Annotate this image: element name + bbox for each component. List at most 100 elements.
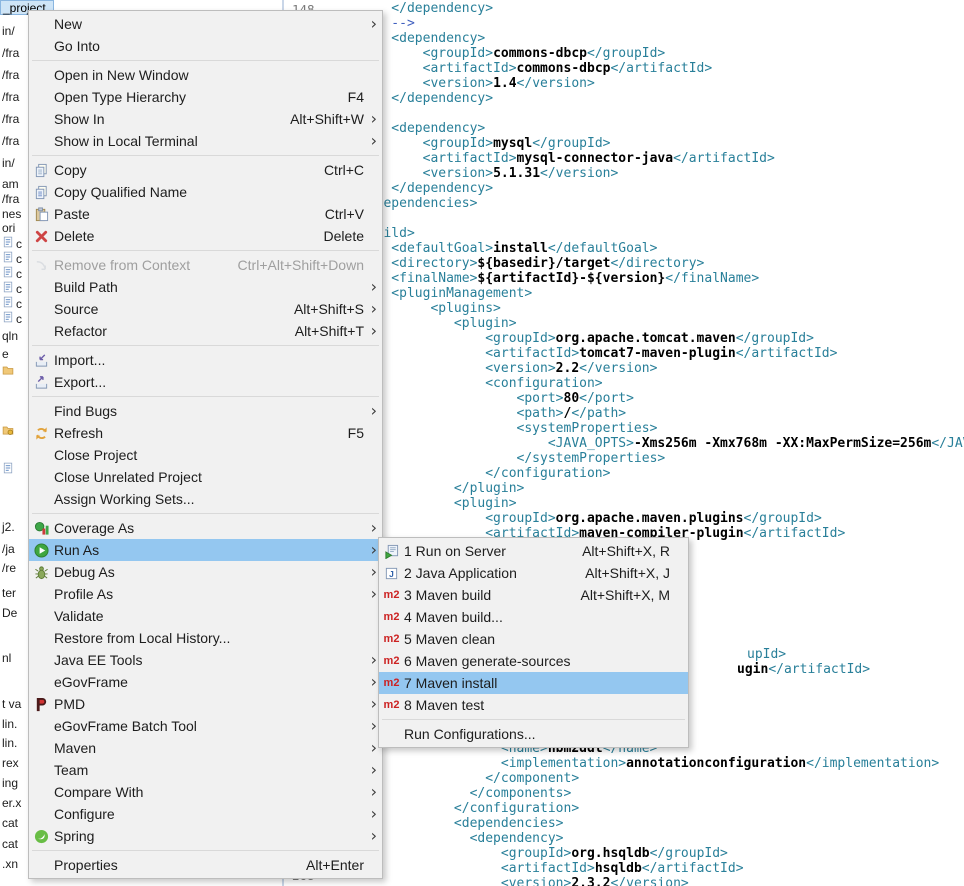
- xml-editor-code-top[interactable]: </dependency> --> <dependency> <groupId>…: [360, 1, 964, 541]
- menu-item-java-ee-tools[interactable]: Java EE Tools›: [29, 649, 382, 671]
- explorer-item-fragment[interactable]: in/: [2, 156, 15, 170]
- explorer-item-fragment[interactable]: c: [2, 281, 22, 296]
- menu-item-label: Export...: [54, 374, 106, 390]
- code-line: <dependency>: [360, 831, 939, 846]
- menu-item-new[interactable]: New›: [29, 13, 382, 35]
- menu-item-delete[interactable]: DeleteDelete: [29, 225, 382, 247]
- menu-item-import[interactable]: Import...: [29, 349, 382, 371]
- explorer-item-label: /ja: [2, 542, 15, 556]
- menu-item-build-path[interactable]: Build Path›: [29, 276, 382, 298]
- submenu-item-maven-install[interactable]: m27 Maven install: [379, 672, 688, 694]
- explorer-item-fragment[interactable]: cat: [2, 816, 18, 830]
- explorer-item-fragment[interactable]: ori: [2, 221, 15, 235]
- menu-item-restore-from-local-history[interactable]: Restore from Local History...: [29, 627, 382, 649]
- explorer-item-fragment[interactable]: /fra: [2, 192, 19, 206]
- explorer-item-fragment[interactable]: rex: [2, 756, 19, 770]
- explorer-item-fragment[interactable]: j2.: [2, 520, 15, 534]
- menu-item-label: Java EE Tools: [54, 652, 142, 668]
- menu-item-team[interactable]: Team›: [29, 759, 382, 781]
- explorer-item-fragment[interactable]: nes: [2, 207, 21, 221]
- explorer-item-fragment[interactable]: lin.: [2, 717, 17, 731]
- menu-item-properties[interactable]: PropertiesAlt+Enter: [29, 854, 382, 876]
- explorer-item-fragment[interactable]: /fra: [2, 46, 19, 60]
- menu-item-debug-as[interactable]: Debug As›: [29, 561, 382, 583]
- menu-item-open-in-new-window[interactable]: Open in New Window: [29, 64, 382, 86]
- menu-item-close-project[interactable]: Close Project: [29, 444, 382, 466]
- menu-item-copy-qualified-name[interactable]: Copy Qualified Name: [29, 181, 382, 203]
- explorer-item-fragment[interactable]: /ja: [2, 542, 15, 556]
- submenu-item-run-on-server[interactable]: 1 Run on ServerAlt+Shift+X, R: [379, 540, 688, 562]
- menu-item-label: Properties: [54, 857, 118, 873]
- menu-item-go-into[interactable]: Go Into: [29, 35, 382, 57]
- explorer-item-fragment[interactable]: [2, 424, 14, 439]
- menu-item-validate[interactable]: Validate: [29, 605, 382, 627]
- submenu-arrow-icon: ›: [364, 403, 377, 419]
- explorer-item-fragment[interactable]: /re: [2, 561, 16, 575]
- menu-item-open-type-hierarchy[interactable]: Open Type HierarchyF4: [29, 86, 382, 108]
- menu-item-configure[interactable]: Configure›: [29, 803, 382, 825]
- explorer-item-fragment[interactable]: t va: [2, 697, 21, 711]
- submenu-item-maven-generate-sources[interactable]: m26 Maven generate-sources: [379, 650, 688, 672]
- explorer-item-fragment[interactable]: /fra: [2, 112, 19, 126]
- menu-item-maven[interactable]: Maven›: [29, 737, 382, 759]
- menu-icon-spacer: [32, 469, 51, 485]
- xml-editor-code-bottom[interactable]: <name>hbm2ddl</name> <implementation>ann…: [360, 741, 939, 886]
- explorer-item-fragment[interactable]: e: [2, 347, 9, 361]
- menu-item-remove-from-context[interactable]: Remove from ContextCtrl+Alt+Shift+Down: [29, 254, 382, 276]
- menu-item-run-as[interactable]: Run As›: [29, 539, 382, 561]
- menu-item-spring[interactable]: Spring›: [29, 825, 382, 847]
- menu-item-assign-working-sets[interactable]: Assign Working Sets...: [29, 488, 382, 510]
- submenu-item-run-configurations[interactable]: Run Configurations...: [379, 723, 688, 745]
- menu-item-compare-with[interactable]: Compare With›: [29, 781, 382, 803]
- menu-item-copy[interactable]: CopyCtrl+C: [29, 159, 382, 181]
- explorer-item-fragment[interactable]: /fra: [2, 90, 19, 104]
- submenu-item-maven-clean[interactable]: m25 Maven clean: [379, 628, 688, 650]
- submenu-item-maven-build-dots[interactable]: m24 Maven build...: [379, 606, 688, 628]
- explorer-item-fragment[interactable]: /fra: [2, 68, 19, 82]
- explorer-item-fragment[interactable]: cat: [2, 837, 18, 851]
- menu-item-egovframe-batch-tool[interactable]: eGovFrame Batch Tool›: [29, 715, 382, 737]
- submenu-item-java-application[interactable]: J2 Java ApplicationAlt+Shift+X, J: [379, 562, 688, 584]
- explorer-item-fragment[interactable]: am: [2, 177, 19, 191]
- menu-item-show-in[interactable]: Show InAlt+Shift+W›: [29, 108, 382, 130]
- explorer-item-fragment[interactable]: c: [2, 311, 22, 326]
- menu-item-pmd[interactable]: PMD›: [29, 693, 382, 715]
- menu-item-source[interactable]: SourceAlt+Shift+S›: [29, 298, 382, 320]
- menu-separator: [29, 393, 382, 400]
- menu-item-paste[interactable]: PasteCtrl+V: [29, 203, 382, 225]
- explorer-item-fragment[interactable]: lin.: [2, 736, 17, 750]
- menu-item-close-unrelated-project[interactable]: Close Unrelated Project: [29, 466, 382, 488]
- menu-item-show-in-local-terminal[interactable]: Show in Local Terminal›: [29, 130, 382, 152]
- explorer-item-fragment[interactable]: c: [2, 296, 22, 311]
- explorer-item-fragment[interactable]: De: [2, 606, 17, 620]
- menu-item-label: 8 Maven test: [404, 697, 484, 713]
- explorer-item-fragment[interactable]: nl: [2, 651, 11, 665]
- explorer-item-fragment[interactable]: c: [2, 251, 22, 266]
- menu-item-coverage-as[interactable]: Coverage As›: [29, 517, 382, 539]
- explorer-item-fragment[interactable]: in/: [2, 24, 15, 38]
- explorer-item-fragment[interactable]: er.x: [2, 796, 21, 810]
- explorer-item-fragment[interactable]: ter: [2, 586, 16, 600]
- explorer-item-fragment[interactable]: .xn: [2, 857, 18, 871]
- menu-icon-spacer: [32, 674, 51, 690]
- menu-item-export[interactable]: Export...: [29, 371, 382, 393]
- explorer-item-fragment[interactable]: c: [2, 236, 22, 251]
- submenu-item-maven-build[interactable]: m23 Maven buildAlt+Shift+X, M: [379, 584, 688, 606]
- explorer-item-fragment[interactable]: qln: [2, 329, 18, 343]
- explorer-item-fragment[interactable]: ing: [2, 776, 18, 790]
- menu-item-refresh[interactable]: RefreshF5: [29, 422, 382, 444]
- menu-item-egovframe[interactable]: eGovFrame›: [29, 671, 382, 693]
- menu-item-label: Run As: [54, 542, 99, 558]
- explorer-item-fragment[interactable]: c: [2, 266, 22, 281]
- explorer-item-fragment[interactable]: [2, 462, 14, 477]
- code-line: <configuration>: [360, 376, 964, 391]
- explorer-item-label: lin.: [2, 717, 17, 731]
- explorer-item-fragment[interactable]: /fra: [2, 134, 19, 148]
- menu-item-profile-as[interactable]: Profile As›: [29, 583, 382, 605]
- explorer-item-fragment[interactable]: [2, 364, 14, 379]
- explorer-item-label: /fra: [2, 112, 19, 126]
- submenu-item-maven-test[interactable]: m28 Maven test: [379, 694, 688, 716]
- menu-item-find-bugs[interactable]: Find Bugs›: [29, 400, 382, 422]
- menu-item-refactor[interactable]: RefactorAlt+Shift+T›: [29, 320, 382, 342]
- explorer-item-label: ter: [2, 586, 16, 600]
